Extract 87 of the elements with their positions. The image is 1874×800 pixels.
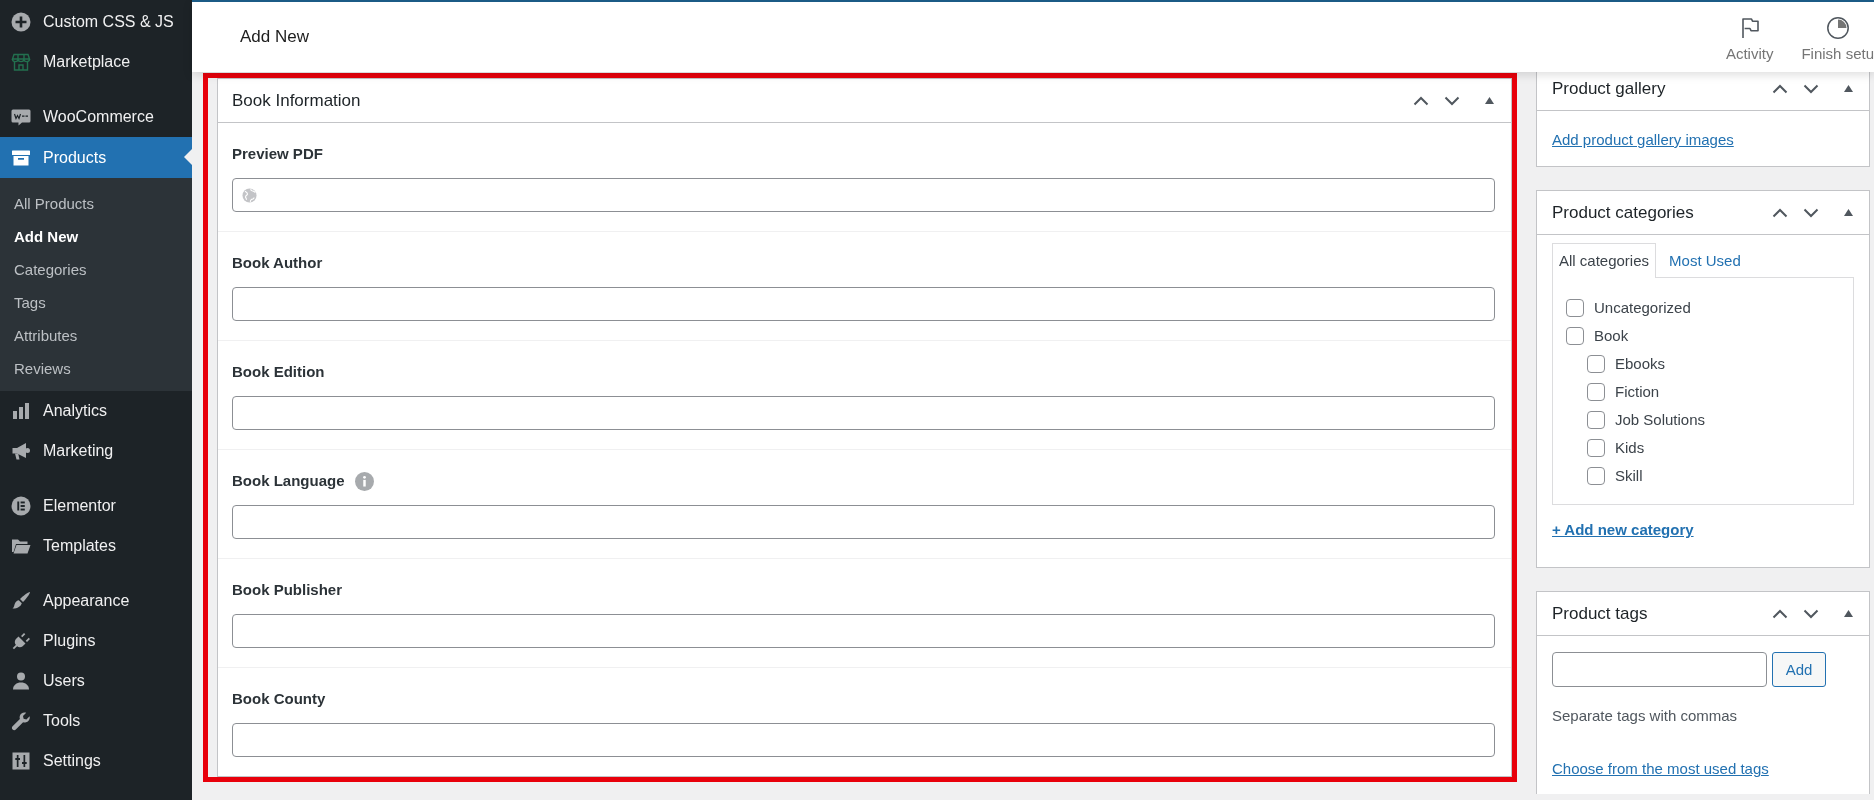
submenu-item[interactable]: Categories: [14, 253, 87, 286]
menu-item[interactable]: Products: [0, 137, 192, 178]
checkbox[interactable]: [1587, 467, 1605, 485]
triangle-icon[interactable]: [1485, 97, 1494, 104]
text-field[interactable]: [232, 505, 1495, 539]
category-label: Job Solutions: [1615, 410, 1706, 430]
progress-circle-icon: [1825, 15, 1850, 40]
field-label: Book Edition: [232, 362, 325, 382]
add-tag-button[interactable]: Add: [1772, 652, 1826, 687]
chevron-down-icon[interactable]: [1444, 95, 1460, 106]
submenu-item[interactable]: Attributes: [14, 319, 78, 352]
category-tab[interactable]: Most Used: [1663, 245, 1747, 277]
chevron-down-icon[interactable]: [1803, 83, 1819, 94]
megaphone-icon: [11, 441, 31, 461]
speech-bubble-icon: [11, 107, 31, 127]
submenu-item[interactable]: All Products: [14, 187, 95, 220]
menu-item[interactable]: Settings: [0, 741, 192, 781]
menu-item[interactable]: WooCommerce: [0, 97, 192, 137]
field-label: Book Publisher: [232, 580, 343, 600]
pointer-icon: [184, 149, 192, 165]
field-label: Book County: [232, 689, 326, 709]
text-field[interactable]: [232, 614, 1495, 648]
chevron-up-icon[interactable]: [1772, 207, 1788, 218]
text-field[interactable]: [232, 287, 1495, 321]
category-label: Skill: [1615, 466, 1643, 486]
panel-title: Book Information: [232, 90, 362, 111]
panel-title: Product gallery: [1552, 78, 1667, 99]
category-label: Fiction: [1615, 382, 1660, 402]
circle-e-icon: [11, 496, 31, 516]
text-field[interactable]: [232, 396, 1495, 430]
triangle-icon[interactable]: [1844, 610, 1853, 617]
category-label: Kids: [1615, 438, 1645, 458]
category-tab[interactable]: All categories: [1552, 243, 1657, 278]
user-icon: [11, 671, 31, 691]
chevron-up-icon[interactable]: [1772, 83, 1788, 94]
most-used-tags-link[interactable]: Choose from the most used tags: [1552, 759, 1769, 779]
field-label: Preview PDF: [232, 144, 323, 164]
info-icon[interactable]: [354, 471, 374, 491]
tag-input-field[interactable]: [1552, 652, 1767, 687]
plug-icon: [11, 631, 31, 651]
triangle-icon[interactable]: [1844, 85, 1853, 92]
url-field[interactable]: [232, 178, 1495, 212]
paintbrush-icon: [11, 591, 31, 611]
category-label: Ebooks: [1615, 354, 1666, 374]
field-label: Book Author: [232, 253, 323, 273]
toolbar-button[interactable]: Finish setu: [1801, 15, 1874, 63]
tags-hint-text: Separate tags with commas: [1552, 706, 1739, 726]
checkbox[interactable]: [1566, 327, 1584, 345]
add-category-link[interactable]: + Add new category: [1552, 520, 1694, 540]
menu-item[interactable]: Templates: [0, 526, 192, 566]
checkbox[interactable]: [1566, 299, 1584, 317]
menu-item[interactable]: Tools: [0, 701, 192, 741]
chevron-up-icon[interactable]: [1772, 608, 1788, 619]
bar-chart-icon: [11, 401, 31, 421]
panel-title: Product tags: [1552, 603, 1649, 624]
submenu-item[interactable]: Add New: [14, 220, 79, 253]
menu-item[interactable]: Custom CSS & JS: [0, 2, 192, 42]
menu-item[interactable]: Analytics: [0, 391, 192, 431]
menu-item[interactable]: Users: [0, 661, 192, 701]
menu-item[interactable]: Plugins: [0, 621, 192, 661]
category-label: Uncategorized: [1594, 298, 1691, 318]
triangle-icon[interactable]: [1844, 209, 1853, 216]
chevron-down-icon[interactable]: [1803, 207, 1819, 218]
plus-circle-icon: [11, 12, 31, 32]
checkbox[interactable]: [1587, 383, 1605, 401]
sliders-icon: [11, 751, 31, 771]
checkbox[interactable]: [1587, 355, 1605, 373]
chevron-down-icon[interactable]: [1803, 608, 1819, 619]
category-label: Book: [1594, 326, 1629, 346]
add-gallery-images-link[interactable]: Add product gallery images: [1552, 130, 1734, 150]
field-label: Book Language: [232, 471, 345, 491]
menu-item[interactable]: Marketplace: [0, 42, 192, 82]
page-title: Add New: [240, 27, 309, 47]
wrench-icon: [11, 711, 31, 731]
toolbar-button[interactable]: Activity: [1725, 15, 1774, 63]
menu-item[interactable]: Appearance: [0, 581, 192, 621]
text-field[interactable]: [232, 723, 1495, 757]
panel-title: Product categories: [1552, 202, 1695, 223]
checkbox[interactable]: [1587, 439, 1605, 457]
submenu-item[interactable]: Tags: [14, 286, 46, 319]
checkbox[interactable]: [1587, 411, 1605, 429]
menu-item[interactable]: Elementor: [0, 486, 192, 526]
menu-item[interactable]: Marketing: [0, 431, 192, 471]
storefront-icon: [11, 52, 31, 72]
chevron-up-icon[interactable]: [1413, 95, 1429, 106]
submenu-item[interactable]: Reviews: [14, 352, 71, 385]
globe-icon: [242, 187, 257, 203]
